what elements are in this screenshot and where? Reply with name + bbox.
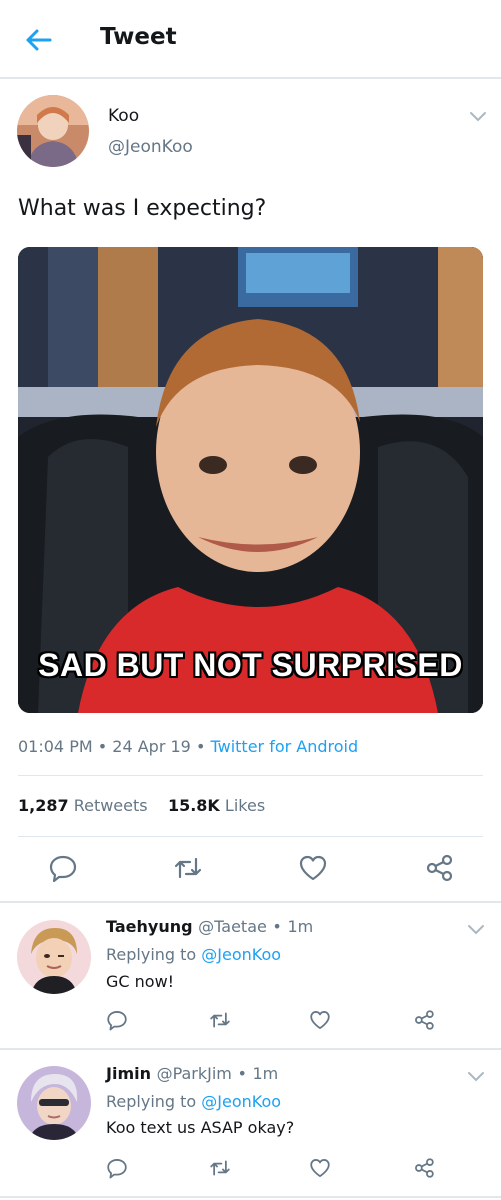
section-divider xyxy=(0,901,501,903)
image-caption: SAD BUT NOT SURPRISED xyxy=(38,647,463,683)
retweet-icon[interactable] xyxy=(209,1009,231,1031)
likes-label[interactable]: Likes xyxy=(225,796,265,815)
author-handle[interactable]: @JeonKoo xyxy=(108,137,193,157)
tweet-time: 01:04 PM xyxy=(18,737,93,756)
divider xyxy=(18,836,483,837)
heart-icon[interactable] xyxy=(309,1157,331,1179)
retweet-icon[interactable] xyxy=(173,853,203,883)
replying-mention-link[interactable]: @JeonKoo xyxy=(201,1092,281,1111)
reply-icon[interactable] xyxy=(106,1009,128,1031)
replying-to: Replying to @JeonKoo xyxy=(106,945,281,964)
reply-header: Jimin @ParkJim • 1m xyxy=(106,1064,278,1083)
chevron-down-icon[interactable] xyxy=(468,110,488,124)
section-divider xyxy=(0,1196,501,1198)
retweets-label[interactable]: Retweets xyxy=(74,796,148,815)
replying-mention-link[interactable]: @JeonKoo xyxy=(201,945,281,964)
tweet-text: What was I expecting? xyxy=(18,196,267,221)
share-icon[interactable] xyxy=(413,1157,435,1179)
top-bar: Tweet xyxy=(0,0,501,79)
chevron-down-icon[interactable] xyxy=(466,1070,486,1084)
heart-icon[interactable] xyxy=(309,1009,331,1031)
replying-label: Replying to xyxy=(106,945,197,964)
retweets-count[interactable]: 1,287 xyxy=(18,796,69,815)
reply-author-handle[interactable]: @ParkJim xyxy=(157,1064,232,1083)
reply-text: GC now! xyxy=(106,972,175,991)
tweet-source-link[interactable]: Twitter for Android xyxy=(210,737,358,756)
replying-label: Replying to xyxy=(106,1092,197,1111)
reply-text: Koo text us ASAP okay? xyxy=(106,1118,295,1137)
reply-icon[interactable] xyxy=(48,853,78,883)
reply-time: 1m xyxy=(287,917,314,936)
reply-avatar[interactable] xyxy=(17,920,91,994)
share-icon[interactable] xyxy=(413,1009,435,1031)
meta-dot: • xyxy=(237,1064,247,1083)
meta-dot: • xyxy=(272,917,282,936)
divider xyxy=(18,775,483,776)
retweet-icon[interactable] xyxy=(209,1157,231,1179)
arrow-left-icon[interactable] xyxy=(22,24,54,56)
meta-dot: • xyxy=(195,737,211,756)
likes-count[interactable]: 15.8K xyxy=(168,796,220,815)
reply-avatar[interactable] xyxy=(17,1066,91,1140)
tweet-meta: 01:04 PM • 24 Apr 19 • Twitter for Andro… xyxy=(18,737,358,756)
meta-dot: • xyxy=(97,737,113,756)
reply-author-handle[interactable]: @Taetae xyxy=(198,917,267,936)
tweet-stats: 1,287 Retweets 15.8K Likes xyxy=(18,796,265,815)
share-icon[interactable] xyxy=(424,853,454,883)
reply-icon[interactable] xyxy=(106,1157,128,1179)
tweet-date: 24 Apr 19 xyxy=(112,737,191,756)
reply-author-name[interactable]: Jimin xyxy=(106,1064,151,1083)
tweet-image[interactable]: SAD BUT NOT SURPRISED xyxy=(18,247,483,713)
page-title: Tweet xyxy=(100,24,177,50)
replying-to: Replying to @JeonKoo xyxy=(106,1092,281,1111)
section-divider xyxy=(0,1048,501,1050)
reply-author-name[interactable]: Taehyung xyxy=(106,917,193,936)
author-avatar[interactable] xyxy=(17,95,89,167)
author-name[interactable]: Koo xyxy=(108,106,139,126)
heart-icon[interactable] xyxy=(298,853,328,883)
reply-header: Taehyung @Taetae • 1m xyxy=(106,917,313,936)
chevron-down-icon[interactable] xyxy=(466,923,486,937)
reply-time: 1m xyxy=(252,1064,279,1083)
